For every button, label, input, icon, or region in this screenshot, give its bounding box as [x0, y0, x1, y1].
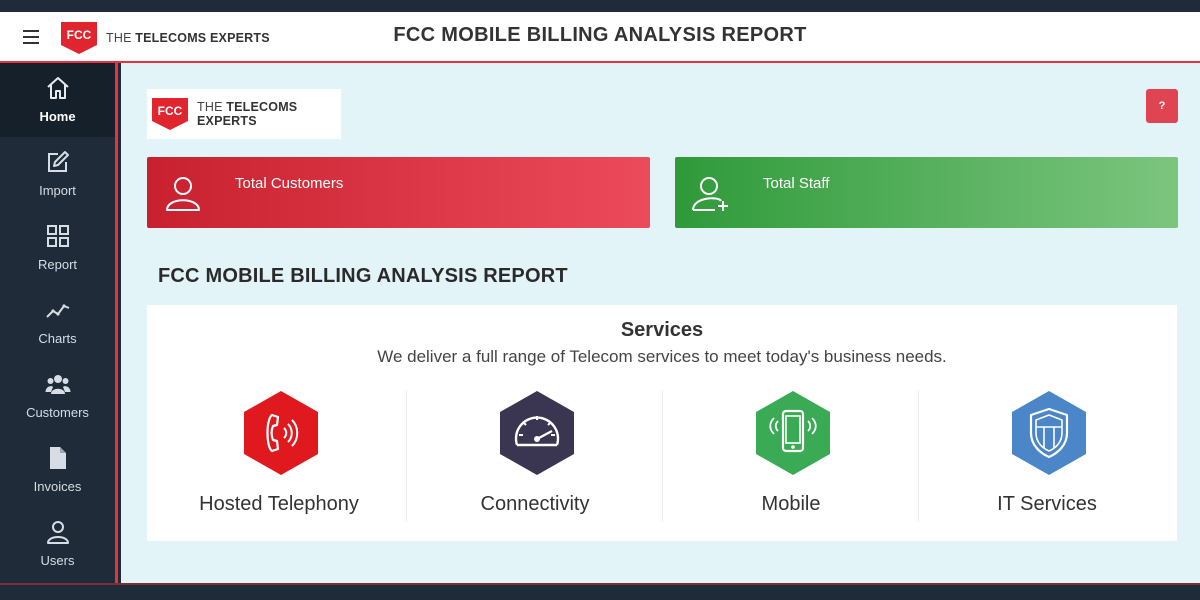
top-strip [0, 0, 1200, 12]
service-connectivity[interactable]: Connectivity [407, 391, 663, 521]
content-logo: FCC THE TELECOMS EXPERTS [147, 89, 341, 139]
section-title: FCC MOBILE BILLING ANALYSIS REPORT [158, 265, 568, 287]
speedometer-icon [500, 391, 574, 475]
card-label: Total Customers [235, 175, 344, 192]
sidebar: Home Import Report Charts Customers Invo… [0, 63, 118, 583]
logo-prefix: THE [197, 100, 223, 114]
sidebar-item-report[interactable]: Report [0, 211, 115, 285]
help-button[interactable]: ? [1146, 89, 1178, 123]
sidebar-item-import[interactable]: Import [0, 137, 115, 211]
service-label: Connectivity [480, 493, 590, 515]
service-hosted-telephony[interactable]: Hosted Telephony [151, 391, 407, 521]
grid-icon [46, 225, 69, 247]
service-label: Mobile [761, 493, 821, 515]
sidebar-item-charts[interactable]: Charts [0, 285, 115, 359]
add-user-icon [692, 177, 728, 211]
sidebar-item-users[interactable]: Users [0, 507, 115, 581]
file-icon [49, 447, 66, 469]
user-icon [46, 521, 69, 544]
user-outline-icon [166, 177, 200, 211]
app-header: FCC THE TELECOMS EXPERTS FCC MOBILE BILL… [0, 12, 1200, 63]
services-heading: Services [620, 319, 704, 341]
sidebar-item-home[interactable]: Home [0, 63, 115, 137]
main-content: FCC THE TELECOMS EXPERTS ? Total Custome… [121, 63, 1200, 583]
sidebar-item-label: Home [39, 109, 76, 124]
service-mobile[interactable]: Mobile [663, 391, 919, 521]
sidebar-item-label: Invoices [33, 479, 82, 494]
sidebar-item-label: Report [37, 257, 78, 272]
shield-icon [1012, 391, 1086, 475]
total-customers-card[interactable]: Total Customers [147, 157, 650, 228]
mobile-icon [756, 391, 830, 475]
edit-icon [47, 151, 69, 172]
sidebar-item-label: Charts [38, 331, 77, 346]
bottom-strip [0, 583, 1200, 600]
sidebar-item-customers[interactable]: Customers [0, 359, 115, 433]
sidebar-item-label: Customers [26, 405, 89, 420]
fcc-shield-logo: FCC [151, 97, 189, 131]
service-it-services[interactable]: IT Services [919, 391, 1175, 521]
services-panel: Services We deliver a full range of Tele… [147, 305, 1177, 541]
services-subtitle: We deliver a full range of Telecom servi… [377, 347, 947, 366]
logo-abbr: FCC [157, 104, 183, 118]
logo-text: THE TELECOMS EXPERTS [197, 100, 341, 128]
sidebar-item-label: Import [39, 183, 76, 198]
line-chart-icon [45, 304, 69, 318]
sidebar-item-label: Users [40, 553, 75, 568]
phone-icon [244, 391, 318, 475]
home-icon [46, 77, 69, 99]
service-label: IT Services [997, 493, 1097, 515]
sidebar-item-invoices[interactable]: Invoices [0, 433, 115, 507]
total-staff-card[interactable]: Total Staff [675, 157, 1178, 228]
card-label: Total Staff [763, 175, 830, 192]
users-icon [45, 375, 70, 394]
page-title: FCC MOBILE BILLING ANALYSIS REPORT [393, 24, 807, 46]
service-label: Hosted Telephony [199, 493, 359, 515]
